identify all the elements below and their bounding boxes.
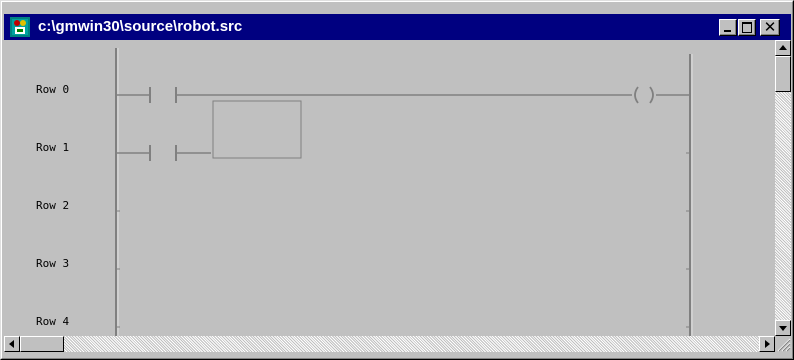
scroll-up-button[interactable] [775,40,791,56]
rung-row-1[interactable] [117,100,302,161]
contact-row-1[interactable] [149,145,177,161]
horizontal-scroll-thumb[interactable] [20,336,64,352]
ladder-editor-window: c:\gmwin30\source\robot.src ✕ Row 0 Row 1… [0,0,794,360]
vertical-scroll-thumb[interactable] [775,56,791,92]
horizontal-scrollbar[interactable] [4,336,775,352]
arrow-right-icon [765,340,770,348]
window-title: c:\gmwin30\source\robot.src [38,18,243,35]
rung-row-0[interactable] [117,86,690,104]
size-grip-icon [777,338,791,352]
scroll-down-button[interactable] [775,320,791,336]
size-grip[interactable] [775,336,791,352]
maximize-button[interactable] [738,19,756,36]
app-icon [10,17,30,37]
close-icon: ✕ [763,18,777,36]
coil-row-0[interactable] [634,86,654,104]
vertical-scrollbar[interactable] [775,40,791,336]
close-button[interactable]: ✕ [760,18,780,36]
ladder-canvas[interactable]: Row 0 Row 1 Row 2 Row 3 Row 4 [4,40,775,336]
arrow-left-icon [9,340,14,348]
arrow-down-icon [779,326,787,331]
scroll-left-button[interactable] [4,336,20,352]
minimize-button[interactable] [719,19,737,36]
arrow-up-icon [779,45,787,50]
scroll-right-button[interactable] [759,336,775,352]
function-block-row-1[interactable] [212,100,302,159]
title-bar[interactable]: c:\gmwin30\source\robot.src ✕ [4,14,791,40]
contact-row-0[interactable] [149,87,177,103]
ladder-diagram[interactable] [4,40,775,336]
